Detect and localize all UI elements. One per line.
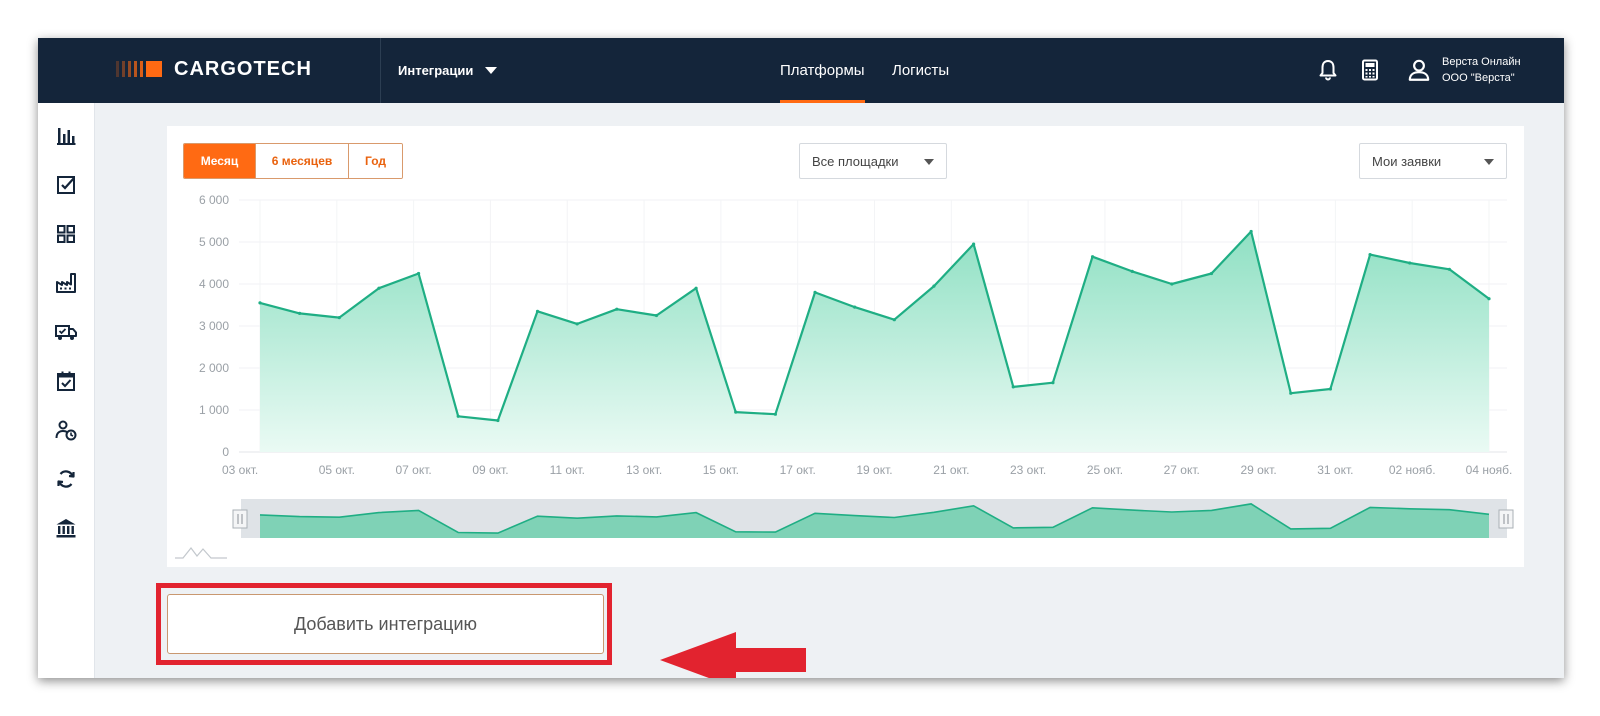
data-point	[298, 311, 302, 315]
data-point	[1408, 261, 1412, 265]
x-tick-label: 13 окт.	[626, 463, 662, 477]
x-tick-label: 09 окт.	[472, 463, 508, 477]
x-tick-label: 19 окт.	[856, 463, 892, 477]
y-tick-label: 1 000	[199, 403, 229, 417]
data-point	[932, 284, 936, 288]
data-point	[377, 286, 381, 290]
data-point	[535, 309, 540, 313]
data-point	[456, 414, 460, 418]
x-tick-label: 29 окт.	[1240, 463, 1276, 477]
data-point	[615, 307, 619, 311]
x-tick-label: 02 нояб.	[1389, 463, 1436, 477]
bar-chart-icon[interactable]	[54, 124, 78, 148]
data-point	[1249, 229, 1253, 234]
data-point	[1328, 387, 1333, 391]
logo[interactable]: CARGOTECH	[116, 58, 312, 80]
y-tick-label: 4 000	[199, 277, 229, 291]
navigator-thumbnail-icon	[175, 547, 227, 559]
data-point	[1289, 391, 1293, 395]
calculator-icon[interactable]	[1358, 58, 1382, 82]
area-chart: 01 0002 0003 0004 0005 0006 000 03 окт. 0…	[175, 193, 1514, 559]
logo-mark	[116, 61, 162, 77]
module-select-label: Интеграции	[398, 63, 474, 78]
x-tick-label: 25 окт.	[1087, 463, 1123, 477]
data-point	[773, 412, 777, 416]
data-point	[496, 418, 500, 423]
data-point	[416, 271, 421, 276]
bell-icon[interactable]	[1316, 58, 1340, 82]
data-point	[1130, 269, 1134, 273]
data-point	[694, 286, 698, 290]
user-name: Верста Онлайн	[1442, 56, 1521, 68]
data-point	[1090, 255, 1095, 259]
user-info[interactable]: Верста Онлайн ООО "Верста"	[1442, 54, 1521, 86]
tab-platforms[interactable]: Платформы	[780, 38, 865, 103]
data-point	[654, 313, 659, 318]
user-icon[interactable]	[1406, 57, 1432, 83]
x-tick-label: 03 окт.	[222, 463, 258, 477]
data-point	[853, 305, 857, 309]
x-axis: 03 окт. 05 окт. 07 окт. 09 окт. 11 окт. 13 ок…	[222, 463, 1512, 477]
grid-icon[interactable]	[54, 222, 78, 246]
navigator-handle-left[interactable]	[232, 509, 248, 529]
y-tick-label: 3 000	[199, 319, 229, 333]
data-point	[972, 242, 976, 246]
x-tick-label: 05 окт.	[319, 463, 355, 477]
logo-text: CARGOTECH	[174, 57, 312, 80]
x-tick-label: 07 окт.	[396, 463, 432, 477]
chevron-down-icon	[485, 67, 498, 74]
data-point	[1487, 297, 1491, 301]
module-select[interactable]: Интеграции	[398, 38, 498, 103]
user-company: ООО "Верста"	[1442, 72, 1515, 84]
header-divider	[380, 38, 381, 103]
add-integration-button[interactable]: Добавить интеграцию	[167, 594, 604, 654]
y-tick-label: 5 000	[199, 235, 229, 249]
y-tick-label: 6 000	[199, 193, 229, 207]
data-point	[813, 290, 817, 294]
chart-navigator[interactable]	[175, 499, 1514, 559]
y-axis: 0 1 000 2 000 3 000 4 000 5 000 6 000	[199, 193, 229, 459]
x-tick-label: 11 окт.	[550, 463, 585, 477]
data-point	[337, 316, 341, 320]
factory-icon[interactable]	[54, 271, 78, 295]
truck-icon[interactable]	[54, 320, 78, 344]
x-tick-label: 27 окт.	[1164, 463, 1200, 477]
sync-icon[interactable]	[54, 467, 78, 491]
tab-logists[interactable]: Логисты	[892, 38, 949, 103]
x-tick-label: 31 окт.	[1317, 463, 1353, 477]
data-point	[1170, 282, 1174, 286]
x-tick-label: 04 нояб.	[1466, 463, 1513, 477]
x-tick-label: 15 окт.	[703, 463, 739, 477]
chart-card: Месяц 6 месяцев Год Все площадки Мои зая…	[167, 126, 1524, 567]
calendar-check-icon[interactable]	[54, 369, 78, 393]
y-tick-label: 2 000	[199, 361, 229, 375]
data-point	[1447, 267, 1451, 271]
x-tick-label: 17 окт.	[780, 463, 816, 477]
data-point	[258, 301, 262, 305]
data-point	[734, 410, 738, 414]
x-tick-label: 23 окт.	[1010, 463, 1046, 477]
data-point	[1051, 381, 1055, 385]
user-clock-icon[interactable]	[54, 418, 78, 442]
data-point	[892, 318, 896, 322]
top-bar: CARGOTECH Интеграции Платформы Логисты В…	[38, 38, 1564, 103]
data-point	[575, 322, 579, 326]
navigator-handle-right[interactable]	[1498, 509, 1514, 529]
y-tick-label: 0	[222, 445, 229, 459]
bank-icon[interactable]	[54, 516, 78, 540]
data-point	[1209, 271, 1214, 276]
sidebar	[38, 103, 95, 678]
x-tick-label: 21 окт.	[933, 463, 969, 477]
checkbox-icon[interactable]	[54, 173, 78, 197]
app-window: CARGOTECH Интеграции Платформы Логисты В…	[38, 38, 1564, 678]
data-point	[1368, 253, 1372, 257]
data-point	[1011, 385, 1015, 389]
arrow-left-icon	[660, 632, 806, 678]
